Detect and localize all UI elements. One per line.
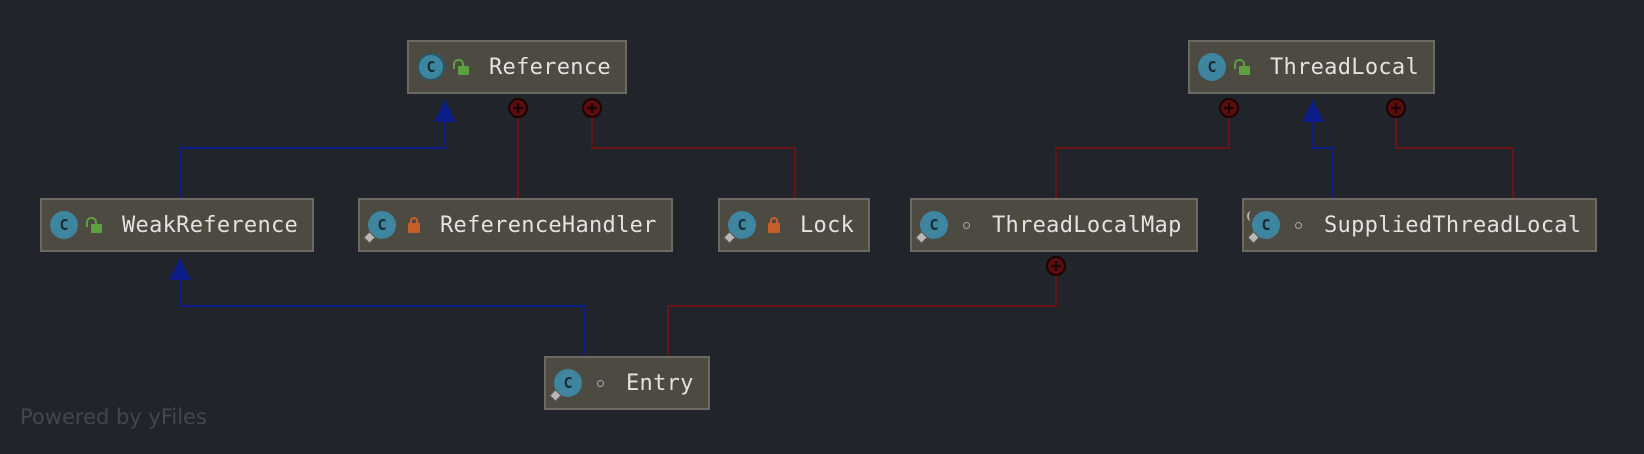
static-class-icon: C	[723, 211, 756, 244]
class-icon: C	[1198, 53, 1226, 81]
static-marker-icon	[363, 231, 376, 244]
class-name: Entry	[626, 370, 694, 396]
watermark: Powered by yFiles	[20, 405, 207, 429]
static-marker-icon	[1247, 231, 1260, 244]
static-marker-icon	[723, 231, 736, 244]
static-marker-icon	[549, 389, 562, 402]
static-class-icon: C	[363, 211, 396, 244]
class-name: ReferenceHandler	[440, 212, 657, 238]
inner-class-edge-threadlocalmap-threadlocal	[1055, 108, 1230, 198]
class-name: Reference	[489, 54, 611, 80]
inheritance-edge-entry-weakreference	[179, 258, 586, 356]
public-visibility-icon	[453, 59, 471, 75]
inner-class-edge-lock-reference	[591, 108, 796, 198]
class-name: SuppliedThreadLocal	[1324, 212, 1582, 238]
inheritance-arrowhead	[169, 258, 191, 280]
class-node-entry[interactable]: C Entry	[544, 356, 710, 410]
private-visibility-icon	[766, 217, 782, 233]
static-marker-icon	[915, 231, 928, 244]
private-visibility-icon	[406, 217, 422, 233]
package-visibility-icon	[958, 217, 974, 233]
static-final-class-icon: C	[1247, 211, 1280, 244]
static-class-icon: C	[549, 369, 582, 402]
class-node-referencehandler[interactable]: C ReferenceHandler	[358, 198, 673, 252]
inheritance-arrowhead	[434, 100, 456, 122]
static-class-icon: C	[915, 211, 948, 244]
class-name: ThreadLocal	[1270, 54, 1419, 80]
class-node-threadlocal[interactable]: C ThreadLocal	[1188, 40, 1435, 94]
class-icon: C	[50, 211, 78, 239]
inheritance-edge-weakreference-reference	[179, 100, 446, 198]
class-node-lock[interactable]: C Lock	[718, 198, 871, 252]
inheritance-arrowhead	[1302, 100, 1324, 122]
inner-class-edge-entry-threadlocalmap	[667, 266, 1057, 356]
class-name: ThreadLocalMap	[992, 212, 1182, 238]
package-visibility-icon	[592, 375, 608, 391]
public-visibility-icon	[86, 217, 104, 233]
class-node-weakreference[interactable]: C WeakReference	[40, 198, 315, 252]
inner-class-edge-suppliedthreadlocal-threadlocal	[1395, 108, 1514, 198]
class-node-threadlocalmap[interactable]: C ThreadLocalMap	[910, 198, 1198, 252]
package-visibility-icon	[1290, 217, 1306, 233]
abstract-class-icon: C	[417, 53, 445, 81]
class-name: WeakReference	[122, 212, 299, 238]
class-node-suppliedthreadlocal[interactable]: C SuppliedThreadLocal	[1242, 198, 1598, 252]
final-marker-icon	[1247, 211, 1255, 221]
class-node-reference[interactable]: C Reference	[407, 40, 627, 94]
class-name: Lock	[800, 212, 855, 238]
diagram-canvas: C Reference C ThreadLocal C WeakReferenc…	[0, 0, 1644, 454]
public-visibility-icon	[1234, 59, 1252, 75]
